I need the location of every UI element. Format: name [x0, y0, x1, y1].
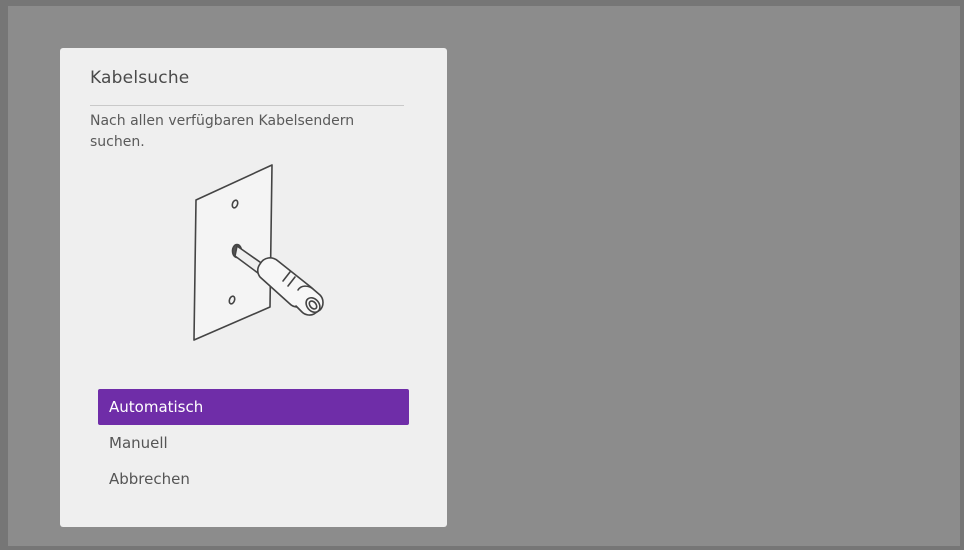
cable-scan-dialog: Kabelsuche Nach allen verfügbaren Kabels…	[60, 48, 447, 527]
dialog-title: Kabelsuche	[90, 68, 190, 88]
coax-wall-socket-icon	[180, 160, 330, 350]
tv-screen: Kabelsuche Nach allen verfügbaren Kabels…	[0, 0, 964, 550]
menu-item-cancel[interactable]: Abbrechen	[98, 461, 409, 497]
scan-options-menu: Automatisch Manuell Abbrechen	[98, 389, 409, 497]
menu-item-automatic[interactable]: Automatisch	[98, 389, 409, 425]
dialog-description: Nach allen verfügbaren Kabelsendern such…	[90, 113, 355, 150]
title-divider	[90, 105, 404, 106]
menu-item-manual[interactable]: Manuell	[98, 425, 409, 461]
